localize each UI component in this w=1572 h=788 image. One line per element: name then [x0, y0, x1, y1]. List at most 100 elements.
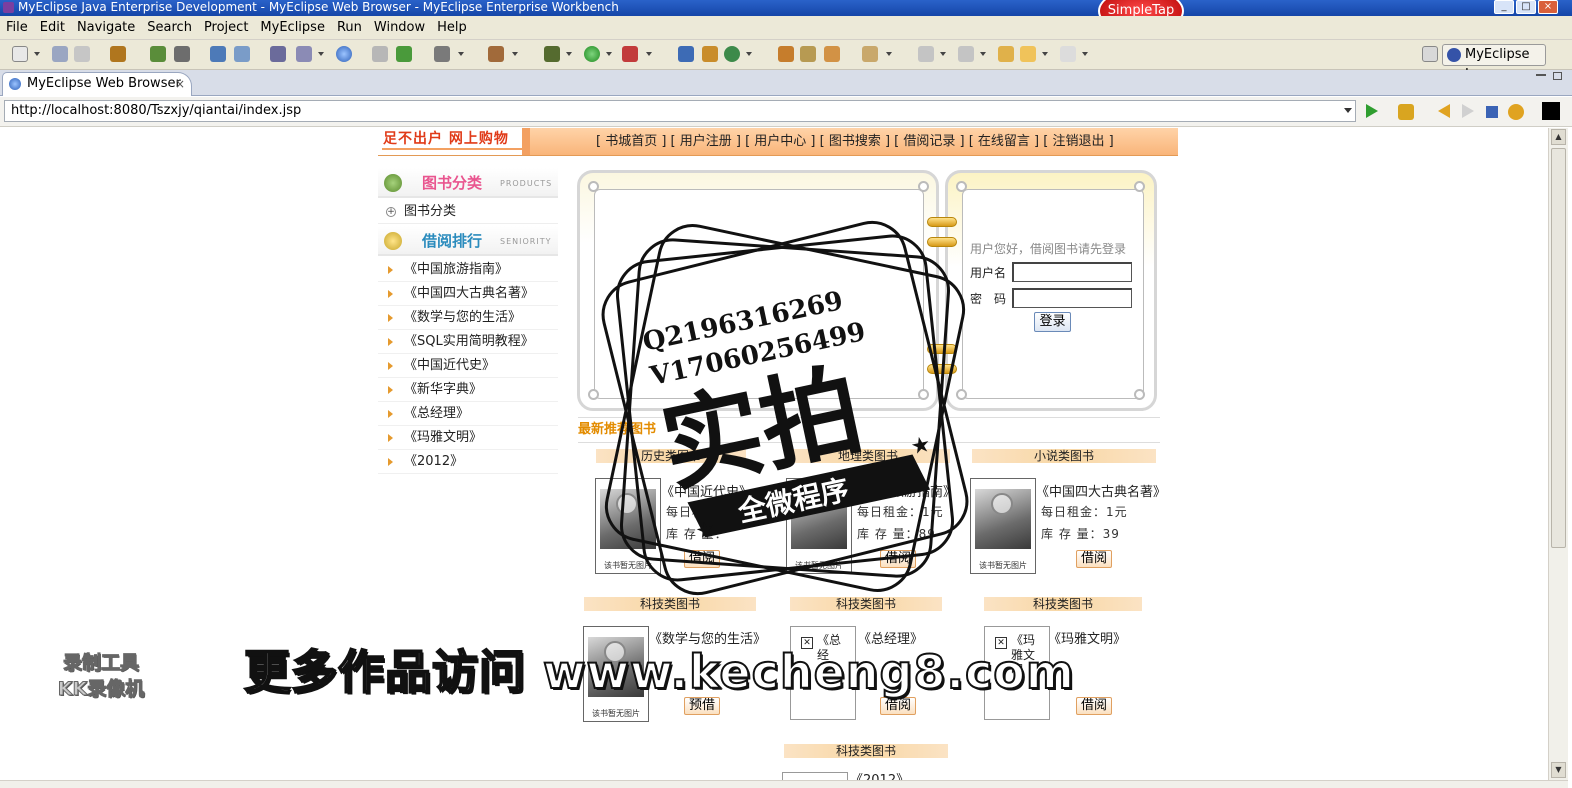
rank-item[interactable]: 《2012》: [378, 450, 558, 474]
rank-en-label: SENIORITY: [500, 237, 552, 246]
recorder-watermark: 录制工具 KK录像机: [57, 652, 145, 701]
site-watermark: 更多作品访问 www.kecheng8.com: [243, 644, 1075, 700]
last-edit-icon[interactable]: [998, 46, 1014, 62]
browser-forward-icon[interactable]: [1462, 104, 1474, 118]
run-config-icon[interactable]: [396, 46, 412, 62]
rank-item[interactable]: 《总经理》: [378, 402, 558, 426]
magnifier-icon: [991, 493, 1013, 515]
login-button[interactable]: 登录: [1034, 312, 1071, 332]
menu-myeclipse[interactable]: MyEclipse: [254, 16, 331, 40]
close-window-button[interactable]: ×: [1538, 0, 1558, 14]
new-server-icon[interactable]: [296, 46, 312, 62]
package-icon[interactable]: [110, 46, 126, 62]
web-project-icon[interactable]: [270, 46, 286, 62]
redeploy-icon[interactable]: [234, 46, 250, 62]
site-nav-links[interactable]: [ 书城首页 ] [ 用户注册 ] [ 用户中心 ] [ 图书搜索 ] [ 借阅…: [596, 128, 1114, 155]
horizontal-scrollbar[interactable]: [0, 780, 1568, 788]
new-package-icon[interactable]: [702, 46, 718, 62]
menu-search[interactable]: Search: [141, 16, 198, 40]
tag-icon[interactable]: [824, 46, 840, 62]
annotation-prev-icon[interactable]: [958, 46, 974, 62]
book-cover[interactable]: 该书暂无图片: [970, 478, 1036, 574]
rank-item[interactable]: 《数学与您的生活》: [378, 306, 558, 330]
book-cover[interactable]: 该书暂无图片: [595, 478, 661, 574]
expand-icon[interactable]: +: [386, 207, 396, 217]
profile-icon[interactable]: [622, 46, 638, 62]
reload-icon[interactable]: [1508, 104, 1524, 120]
print-icon[interactable]: [74, 46, 90, 62]
rank-item[interactable]: 《SQL实用简明教程》: [378, 330, 558, 354]
refresh-icon[interactable]: [724, 46, 740, 62]
new-icon[interactable]: [12, 46, 28, 62]
window-title: MyEclipse Java Enterprise Development - …: [18, 0, 619, 14]
run-icon[interactable]: [584, 46, 600, 62]
url-input[interactable]: http://localhost:8080/Tszxjy/qiantai/ind…: [4, 100, 1356, 122]
external-tools-icon[interactable]: [488, 46, 504, 62]
password-input[interactable]: [1012, 288, 1132, 308]
borrow-button[interactable]: 借阅: [684, 550, 720, 568]
copy-icon[interactable]: [862, 46, 878, 62]
open-folder-icon[interactable]: [778, 46, 794, 62]
screenshot-icon[interactable]: [434, 46, 450, 62]
borrow-button[interactable]: 借阅: [880, 550, 916, 568]
open-type-icon[interactable]: [372, 46, 388, 62]
deploy-icon[interactable]: [210, 46, 226, 62]
category-bar: 历史类图书: [596, 449, 746, 463]
menu-help[interactable]: Help: [431, 16, 473, 40]
category-icon: [384, 174, 402, 192]
username-input[interactable]: [1012, 262, 1132, 282]
book-title[interactable]: 《中国四大古典名著》: [1036, 481, 1166, 500]
maximize-view-icon[interactable]: [1553, 72, 1562, 80]
debug-run-icon[interactable]: [544, 46, 560, 62]
minimize-button[interactable]: _: [1494, 0, 1514, 14]
menu-window[interactable]: Window: [368, 16, 431, 40]
scroll-thumb[interactable]: [1551, 148, 1566, 548]
menu-edit[interactable]: Edit: [34, 16, 71, 40]
perspective-switcher[interactable]: MyEclipse J...: [1442, 44, 1546, 82]
browser-globe-icon[interactable]: [336, 46, 352, 62]
save-icon[interactable]: [52, 46, 68, 62]
announcement-panel: [577, 170, 939, 411]
menu-file[interactable]: File: [0, 16, 34, 40]
book-title[interactable]: 《中国近代史》: [661, 481, 752, 500]
view-menu-icon[interactable]: [1542, 102, 1560, 120]
new-class-icon[interactable]: [678, 46, 694, 62]
go-icon[interactable]: [1366, 104, 1378, 118]
back-icon[interactable]: [1020, 46, 1036, 62]
vertical-scrollbar[interactable]: ▲ ▼: [1548, 128, 1568, 780]
book-cover[interactable]: 该书暂无图片: [786, 478, 852, 574]
scroll-down-icon[interactable]: ▼: [1551, 762, 1566, 778]
annotation-next-icon[interactable]: [918, 46, 934, 62]
borrow-button[interactable]: 借阅: [1076, 550, 1112, 568]
browser-back-icon[interactable]: [1438, 104, 1450, 118]
server-icon[interactable]: [174, 46, 190, 62]
close-tab-icon[interactable]: ×: [175, 73, 185, 95]
debug-icon[interactable]: [150, 46, 166, 62]
menu-run[interactable]: Run: [331, 16, 368, 40]
book-title[interactable]: 《2012》: [850, 772, 909, 780]
rank-item[interactable]: 《中国近代史》: [378, 354, 558, 378]
magnifier-icon: [616, 493, 638, 515]
rank-item[interactable]: 《中国旅游指南》: [378, 258, 558, 282]
book-cover-partial[interactable]: [782, 772, 848, 780]
bullet-icon: [388, 410, 393, 418]
favorites-icon[interactable]: [1398, 104, 1414, 120]
menu-project[interactable]: Project: [198, 16, 254, 40]
url-dropdown-icon[interactable]: [1344, 108, 1352, 113]
rank-item[interactable]: 《中国四大古典名著》: [378, 282, 558, 306]
book-title[interactable]: 《中国旅游指南》: [852, 481, 956, 500]
open-perspective-icon[interactable]: [1422, 46, 1438, 62]
bullet-icon: [388, 458, 393, 466]
rank-item[interactable]: 《新华字典》: [378, 378, 558, 402]
minimize-view-icon[interactable]: [1536, 74, 1546, 76]
pen-icon[interactable]: [800, 46, 816, 62]
forward-icon[interactable]: [1060, 46, 1076, 62]
menu-navigate[interactable]: Navigate: [71, 16, 141, 40]
borrow-button[interactable]: 借阅: [1076, 697, 1112, 715]
stop-icon[interactable]: [1486, 106, 1498, 118]
tab-web-browser[interactable]: MyEclipse Web Browser ×: [2, 72, 192, 96]
scroll-up-icon[interactable]: ▲: [1551, 129, 1566, 145]
maximize-button[interactable]: □: [1516, 0, 1536, 14]
rank-item[interactable]: 《玛雅文明》: [378, 426, 558, 450]
category-item[interactable]: + 图书分类: [378, 200, 558, 224]
